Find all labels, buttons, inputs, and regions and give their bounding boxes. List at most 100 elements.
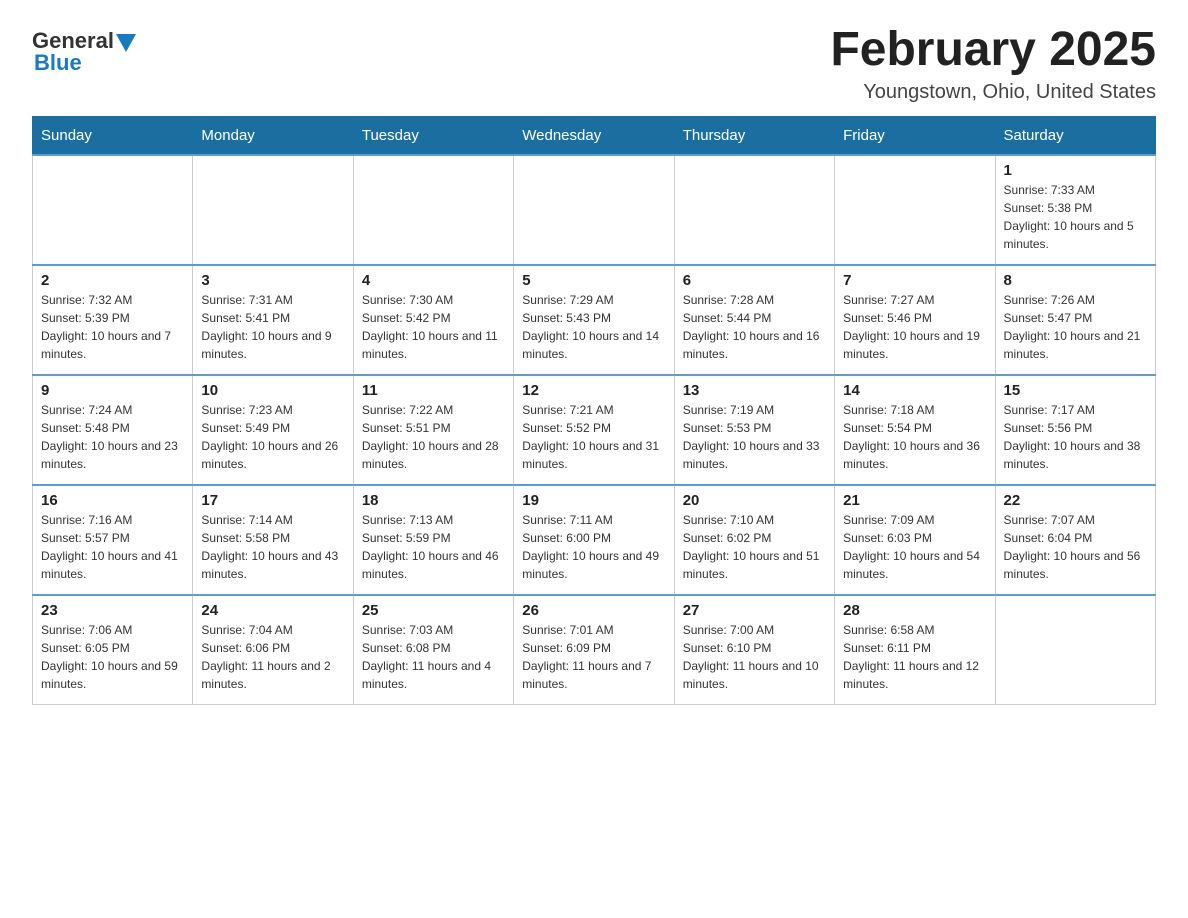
- day-info: Sunrise: 7:18 AMSunset: 5:54 PMDaylight:…: [843, 401, 986, 473]
- day-number: 17: [201, 492, 344, 509]
- day-number: 21: [843, 492, 986, 509]
- day-number: 24: [201, 602, 344, 619]
- day-number: 12: [522, 382, 665, 399]
- day-info: Sunrise: 7:31 AMSunset: 5:41 PMDaylight:…: [201, 291, 344, 363]
- day-number: 3: [201, 272, 344, 289]
- calendar-week-row: 23Sunrise: 7:06 AMSunset: 6:05 PMDayligh…: [33, 595, 1156, 705]
- calendar-cell: 13 Sunrise: 7:19 AMSunset: 5:53 PMDayligh…: [674, 375, 834, 485]
- calendar-cell: 5 Sunrise: 7:29 AMSunset: 5:43 PMDaylight…: [514, 265, 674, 375]
- day-info: Sunrise: 7:06 AMSunset: 6:05 PMDaylight:…: [41, 621, 184, 693]
- day-info: Sunrise: 7:23 AMSunset: 5:49 PMDaylight:…: [201, 401, 344, 473]
- day-number: 14: [843, 382, 986, 399]
- calendar-cell: 6 Sunrise: 7:28 AMSunset: 5:44 PMDaylight…: [674, 265, 834, 375]
- day-number: 9: [41, 382, 184, 399]
- day-of-week-header: Saturday: [995, 116, 1155, 155]
- calendar-cell: 19 Sunrise: 7:11 AMSunset: 6:00 PMDayligh…: [514, 485, 674, 595]
- calendar-cell: 18 Sunrise: 7:13 AMSunset: 5:59 PMDayligh…: [353, 485, 513, 595]
- calendar-cell: 9 Sunrise: 7:24 AMSunset: 5:48 PMDaylight…: [33, 375, 193, 485]
- day-number: 6: [683, 272, 826, 289]
- month-title: February 2025: [830, 24, 1156, 77]
- day-info: Sunrise: 7:10 AMSunset: 6:02 PMDaylight:…: [683, 511, 826, 583]
- calendar-cell: [33, 155, 193, 265]
- day-number: 2: [41, 272, 184, 289]
- day-number: 11: [362, 382, 505, 399]
- day-info: Sunrise: 7:21 AMSunset: 5:52 PMDaylight:…: [522, 401, 665, 473]
- calendar-cell: [835, 155, 995, 265]
- day-number: 26: [522, 602, 665, 619]
- calendar-week-row: 1 Sunrise: 7:33 AMSunset: 5:38 PMDaylight…: [33, 155, 1156, 265]
- day-info: Sunrise: 7:28 AMSunset: 5:44 PMDaylight:…: [683, 291, 826, 363]
- day-of-week-header: Sunday: [33, 116, 193, 155]
- calendar-header-row: SundayMondayTuesdayWednesdayThursdayFrid…: [33, 116, 1156, 155]
- calendar-cell: 28 Sunrise: 6:58 AMSunset: 6:11 PMDayligh…: [835, 595, 995, 705]
- logo-triangle-icon: [116, 34, 136, 52]
- calendar-cell: 14 Sunrise: 7:18 AMSunset: 5:54 PMDayligh…: [835, 375, 995, 485]
- calendar-cell: [353, 155, 513, 265]
- calendar-cell: 10Sunrise: 7:23 AMSunset: 5:49 PMDayligh…: [193, 375, 353, 485]
- day-number: 15: [1004, 382, 1147, 399]
- day-number: 7: [843, 272, 986, 289]
- day-info: Sunrise: 7:04 AMSunset: 6:06 PMDaylight:…: [201, 621, 344, 693]
- day-info: Sunrise: 7:24 AMSunset: 5:48 PMDaylight:…: [41, 401, 184, 473]
- day-number: 13: [683, 382, 826, 399]
- calendar-cell: 22 Sunrise: 7:07 AMSunset: 6:04 PMDayligh…: [995, 485, 1155, 595]
- day-number: 20: [683, 492, 826, 509]
- page-header: General Blue February 2025 Youngstown, O…: [32, 24, 1156, 104]
- calendar-cell: [995, 595, 1155, 705]
- calendar-cell: 17 Sunrise: 7:14 AMSunset: 5:58 PMDayligh…: [193, 485, 353, 595]
- day-number: 22: [1004, 492, 1147, 509]
- day-of-week-header: Wednesday: [514, 116, 674, 155]
- day-info: Sunrise: 7:19 AMSunset: 5:53 PMDaylight:…: [683, 401, 826, 473]
- calendar-table: SundayMondayTuesdayWednesdayThursdayFrid…: [32, 116, 1156, 706]
- day-info: Sunrise: 7:32 AMSunset: 5:39 PMDaylight:…: [41, 291, 184, 363]
- calendar-cell: [674, 155, 834, 265]
- calendar-cell: 15Sunrise: 7:17 AMSunset: 5:56 PMDayligh…: [995, 375, 1155, 485]
- calendar-week-row: 9 Sunrise: 7:24 AMSunset: 5:48 PMDaylight…: [33, 375, 1156, 485]
- day-number: 28: [843, 602, 986, 619]
- day-number: 5: [522, 272, 665, 289]
- day-info: Sunrise: 7:33 AMSunset: 5:38 PMDaylight:…: [1004, 181, 1147, 253]
- calendar-cell: 25 Sunrise: 7:03 AMSunset: 6:08 PMDayligh…: [353, 595, 513, 705]
- day-number: 8: [1004, 272, 1147, 289]
- logo: General Blue: [32, 28, 136, 76]
- day-number: 18: [362, 492, 505, 509]
- calendar-cell: 24 Sunrise: 7:04 AMSunset: 6:06 PMDayligh…: [193, 595, 353, 705]
- day-info: Sunrise: 7:01 AMSunset: 6:09 PMDaylight:…: [522, 621, 665, 693]
- calendar-cell: 4Sunrise: 7:30 AMSunset: 5:42 PMDaylight…: [353, 265, 513, 375]
- day-info: Sunrise: 7:22 AMSunset: 5:51 PMDaylight:…: [362, 401, 505, 473]
- day-of-week-header: Friday: [835, 116, 995, 155]
- day-info: Sunrise: 7:11 AMSunset: 6:00 PMDaylight:…: [522, 511, 665, 583]
- title-block: February 2025 Youngstown, Ohio, United S…: [830, 24, 1156, 104]
- day-info: Sunrise: 7:00 AMSunset: 6:10 PMDaylight:…: [683, 621, 826, 693]
- day-number: 19: [522, 492, 665, 509]
- calendar-cell: 21 Sunrise: 7:09 AMSunset: 6:03 PMDayligh…: [835, 485, 995, 595]
- day-info: Sunrise: 7:13 AMSunset: 5:59 PMDaylight:…: [362, 511, 505, 583]
- calendar-cell: 3 Sunrise: 7:31 AMSunset: 5:41 PMDaylight…: [193, 265, 353, 375]
- day-of-week-header: Monday: [193, 116, 353, 155]
- calendar-cell: 20 Sunrise: 7:10 AMSunset: 6:02 PMDayligh…: [674, 485, 834, 595]
- day-number: 1: [1004, 162, 1147, 179]
- day-number: 25: [362, 602, 505, 619]
- day-of-week-header: Tuesday: [353, 116, 513, 155]
- day-info: Sunrise: 7:16 AMSunset: 5:57 PMDaylight:…: [41, 511, 184, 583]
- day-info: Sunrise: 7:09 AMSunset: 6:03 PMDaylight:…: [843, 511, 986, 583]
- day-of-week-header: Thursday: [674, 116, 834, 155]
- day-info: Sunrise: 7:29 AMSunset: 5:43 PMDaylight:…: [522, 291, 665, 363]
- calendar-week-row: 16Sunrise: 7:16 AMSunset: 5:57 PMDayligh…: [33, 485, 1156, 595]
- calendar-cell: 12 Sunrise: 7:21 AMSunset: 5:52 PMDayligh…: [514, 375, 674, 485]
- calendar-cell: 26 Sunrise: 7:01 AMSunset: 6:09 PMDayligh…: [514, 595, 674, 705]
- day-info: Sunrise: 7:30 AMSunset: 5:42 PMDaylight:…: [362, 291, 505, 363]
- calendar-cell: [193, 155, 353, 265]
- day-number: 27: [683, 602, 826, 619]
- calendar-cell: 27 Sunrise: 7:00 AMSunset: 6:10 PMDayligh…: [674, 595, 834, 705]
- day-info: Sunrise: 6:58 AMSunset: 6:11 PMDaylight:…: [843, 621, 986, 693]
- day-info: Sunrise: 7:14 AMSunset: 5:58 PMDaylight:…: [201, 511, 344, 583]
- calendar-cell: 11 Sunrise: 7:22 AMSunset: 5:51 PMDayligh…: [353, 375, 513, 485]
- calendar-cell: 7 Sunrise: 7:27 AMSunset: 5:46 PMDaylight…: [835, 265, 995, 375]
- calendar-cell: [514, 155, 674, 265]
- day-info: Sunrise: 7:07 AMSunset: 6:04 PMDaylight:…: [1004, 511, 1147, 583]
- calendar-week-row: 2 Sunrise: 7:32 AMSunset: 5:39 PMDaylight…: [33, 265, 1156, 375]
- day-info: Sunrise: 7:03 AMSunset: 6:08 PMDaylight:…: [362, 621, 505, 693]
- day-info: Sunrise: 7:27 AMSunset: 5:46 PMDaylight:…: [843, 291, 986, 363]
- location-subtitle: Youngstown, Ohio, United States: [830, 81, 1156, 104]
